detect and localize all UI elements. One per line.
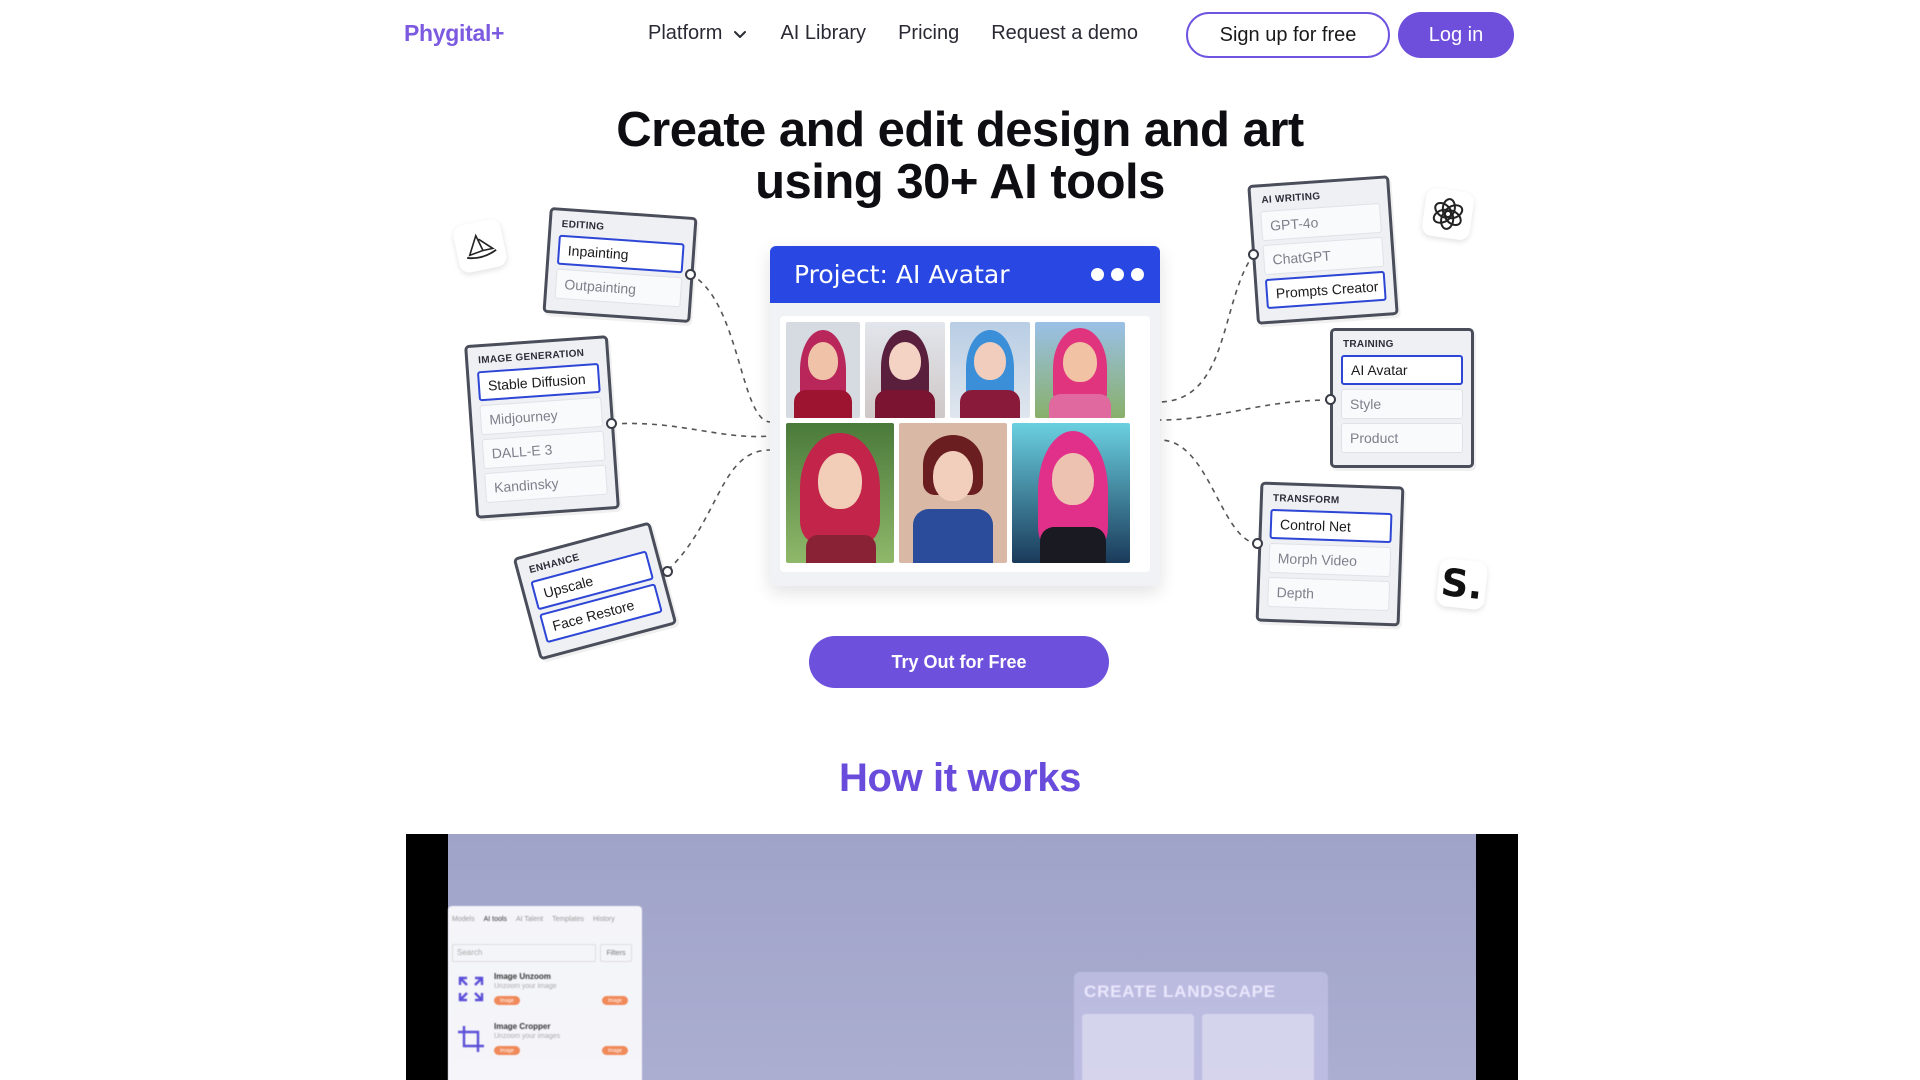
video-tool-row: Image Unzoom Unzoom your image Image Ima… [452,970,638,1014]
hero-title: Create and edit design and art using 30+… [0,104,1920,208]
nav-item-platform[interactable]: Platform [648,22,748,45]
avatar-image[interactable] [786,423,894,563]
nav-item-request-demo[interactable]: Request a demo [991,22,1138,45]
more-options-icon[interactable] [1091,268,1144,281]
midjourney-sailboat-icon [451,217,509,275]
card-enhance: ENHANCE Upscale Face Restore [512,521,678,661]
chevron-down-icon [732,26,748,42]
video-tool-name: Image Cropper [494,1022,551,1031]
log-in-button[interactable]: Log in [1398,12,1514,58]
connector-dot [606,418,617,429]
card-ai-writing: AI WRITING GPT-4o ChatGPT Prompts Creato… [1247,175,1399,325]
avatar-image[interactable] [1012,423,1130,563]
project-header: Project: AI Avatar [770,246,1160,303]
video-frame: Models AI tools AI Talent Templates Hist… [448,834,1476,1080]
video-tab: Models [452,916,475,923]
card-image-generation: IMAGE GENERATION Stable Diffusion Midjou… [464,335,620,519]
video-tool-tag: Image [494,1046,520,1055]
nav-item-ai-library[interactable]: AI Library [780,22,866,45]
tool-midjourney[interactable]: Midjourney [479,396,604,436]
video-tool-desc: Unzoom your image [494,983,557,990]
card-training: TRAINING AI Avatar Style Product [1330,328,1474,468]
tool-style[interactable]: Style [1341,389,1463,419]
avatar-image[interactable] [1035,322,1125,418]
connector-dot [1248,249,1259,260]
avatar-image[interactable] [786,322,860,418]
video-tool-tag: Image [602,996,628,1005]
card-transform-title: TRANSFORM [1272,492,1340,507]
video-tab: History [592,916,615,923]
video-tool-name: Image Unzoom [494,972,551,981]
avatar-image[interactable] [899,423,1007,563]
nav-item-platform-label: Platform [648,22,723,44]
avatar-gallery [780,316,1150,572]
openai-logo-icon [1420,186,1476,242]
try-out-for-free-button[interactable]: Try Out for Free [809,636,1109,688]
avatar-image[interactable] [865,322,945,418]
create-landscape-node: CREATE LANDSCAPE [1074,972,1328,1080]
tool-inpainting[interactable]: Inpainting [556,234,685,274]
video-tab: AI tools [483,916,507,923]
connector-dot [1325,394,1336,405]
card-transform: TRANSFORM Control Net Morph Video Depth [1255,481,1405,627]
tool-dall-e-3[interactable]: DALL-E 3 [481,430,606,470]
tool-stable-diffusion[interactable]: Stable Diffusion [476,362,601,402]
landscape-slot [1202,1014,1314,1080]
project-window: Project: AI Avatar [770,246,1160,586]
landscape-slot [1082,1014,1194,1080]
sign-up-button[interactable]: Sign up for free [1186,12,1390,58]
crop-icon [456,1024,486,1054]
hero-title-line-1: Create and edit design and art [616,103,1304,157]
video-tab: Templates [552,916,584,923]
top-navigation: Phygital+ Platform AI Library Pricing Re… [0,0,1920,70]
tool-morph-video[interactable]: Morph Video [1268,542,1392,578]
hero-title-line-2: using 30+ AI tools [755,155,1165,209]
nav-links: Platform AI Library Pricing Request a de… [648,22,1138,45]
tool-kandinsky[interactable]: Kandinsky [484,464,608,504]
video-search-field: Search [452,944,596,962]
video-tool-tag: Image [494,996,520,1005]
video-tool-desc: Unzoom your images [494,1033,561,1040]
tool-product[interactable]: Product [1341,423,1463,453]
stability-ai-logo: S. [1435,557,1489,611]
project-title: Project: AI Avatar [794,260,1010,289]
video-filters-button: Filters [600,944,632,962]
video-tool-tag: Image [602,1046,628,1055]
create-landscape-title: CREATE LANDSCAPE [1084,982,1276,1001]
expand-arrows-icon [456,974,486,1004]
how-it-works-heading: How it works [839,756,1081,800]
tool-chatgpt[interactable]: ChatGPT [1262,236,1385,276]
tool-gpt-4o[interactable]: GPT-4o [1260,202,1382,242]
tool-prompts-creator[interactable]: Prompts Creator [1264,270,1387,310]
connector-dot [685,269,696,280]
tool-outpainting[interactable]: Outpainting [554,268,683,308]
video-tab: AI Talent [515,916,544,923]
video-tool-row: Image Cropper Unzoom your images Image I… [452,1020,638,1064]
avatar-image[interactable] [950,322,1030,418]
stability-ai-letter: S. [1438,559,1486,609]
tool-control-net[interactable]: Control Net [1269,508,1393,544]
connector-dot [1252,538,1263,549]
card-training-title: TRAINING [1343,339,1394,350]
nav-item-pricing[interactable]: Pricing [898,22,959,45]
card-editing: EDITING Inpainting Outpainting [542,206,698,324]
tool-depth[interactable]: Depth [1267,576,1391,612]
brand-logo[interactable]: Phygital+ [404,20,505,47]
how-it-works-video[interactable]: Models AI tools AI Talent Templates Hist… [406,834,1518,1080]
tool-ai-avatar[interactable]: AI Avatar [1341,355,1463,385]
video-tools-panel: Models AI tools AI Talent Templates Hist… [448,906,642,1080]
connector-dot [662,566,673,577]
video-tabs: Models AI tools AI Talent Templates Hist… [448,906,642,923]
